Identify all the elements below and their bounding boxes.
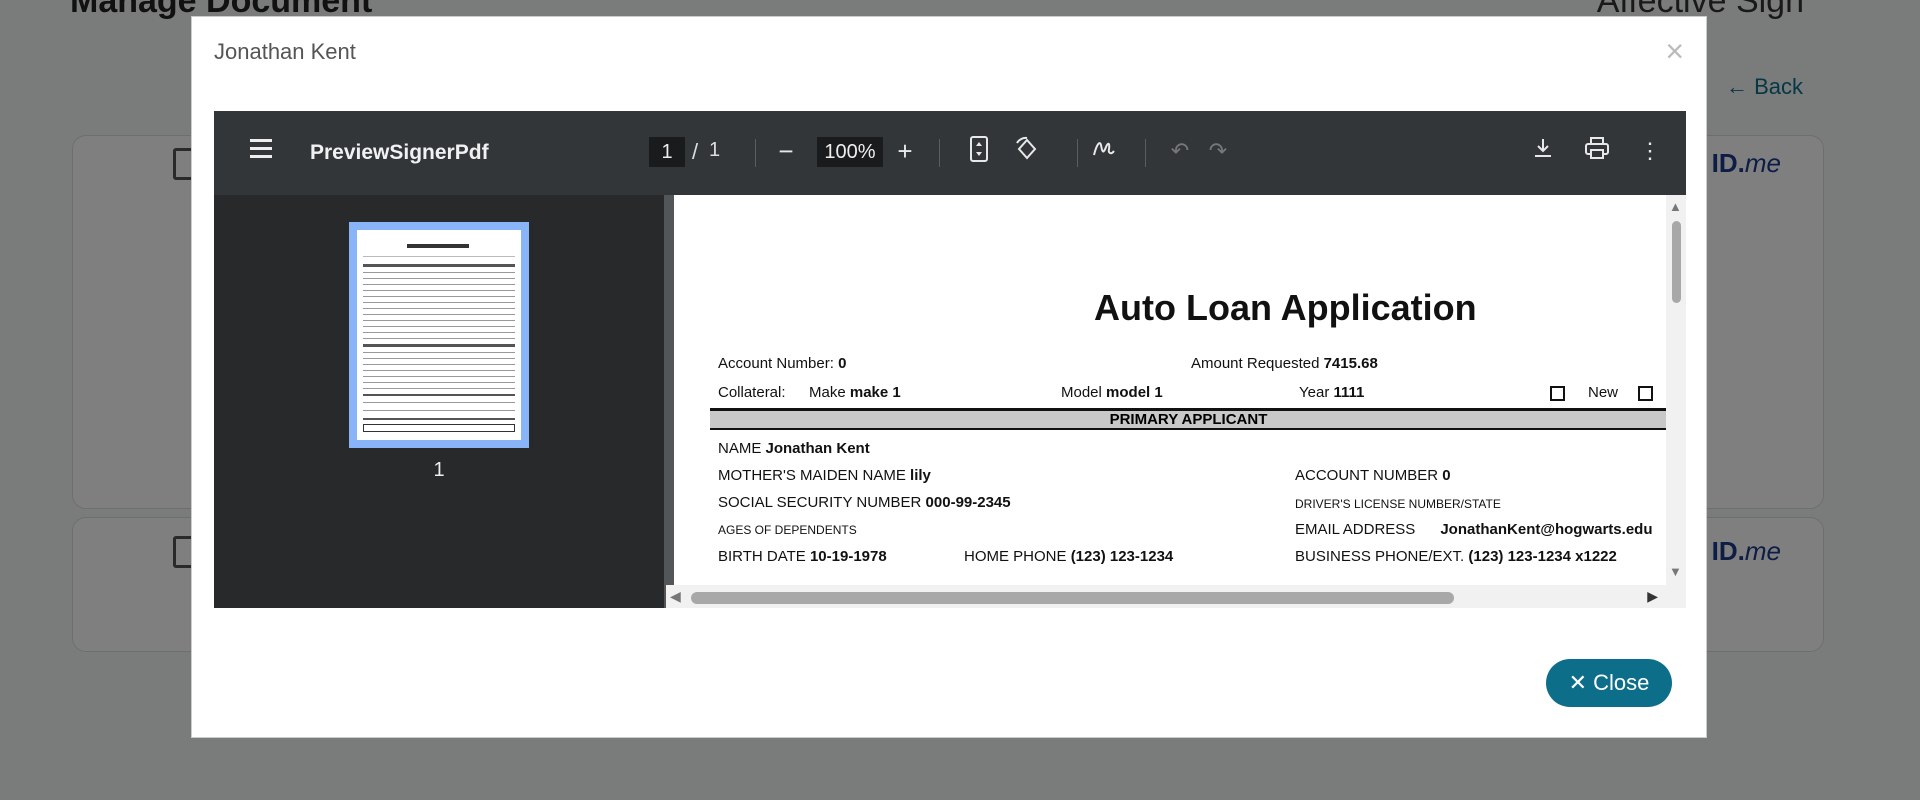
scroll-down-icon[interactable]: ▼: [1669, 564, 1682, 579]
field-label: ACCOUNT NUMBER: [1295, 467, 1439, 484]
scroll-right-icon[interactable]: ▶: [1647, 588, 1658, 605]
field-value: lily: [910, 467, 931, 484]
download-icon[interactable]: [1527, 135, 1559, 167]
field-value: 000-99-2345: [925, 494, 1011, 511]
field-value: (123) 123-1234: [1070, 548, 1174, 565]
toolbar-divider: [1145, 139, 1146, 167]
print-icon[interactable]: [1581, 135, 1613, 167]
close-icon: ✕: [1568, 670, 1588, 695]
field-label: BIRTH DATE: [718, 548, 806, 565]
redo-icon[interactable]: ↷: [1202, 135, 1234, 167]
more-options-icon[interactable]: ⋮: [1634, 135, 1666, 167]
thumbnail-sidebar: 1: [214, 195, 664, 608]
field-label: Make: [809, 384, 846, 401]
field-label: Year: [1299, 384, 1330, 401]
field-value: (123) 123-1234 x1222: [1468, 548, 1617, 565]
toolbar-divider: [1077, 139, 1078, 167]
toolbar-divider: [939, 139, 940, 167]
new-checkbox[interactable]: [1638, 386, 1653, 401]
toolbar-divider: [755, 139, 756, 167]
field-label: New: [1588, 384, 1619, 401]
fit-page-icon[interactable]: [963, 135, 995, 170]
modal-title: Jonathan Kent: [214, 39, 356, 64]
field-value: model 1: [1106, 384, 1163, 401]
field-value: 0: [1442, 467, 1451, 484]
field-label: Collateral:: [718, 384, 786, 401]
preview-modal: Jonathan Kent × PreviewSignerPdf 1 / 1 −…: [191, 16, 1707, 738]
pdf-toolbar: PreviewSignerPdf 1 / 1 − 100% + ↶ ↷ ⋮: [214, 111, 1686, 195]
section-header: PRIMARY APPLICANT: [710, 408, 1667, 430]
field-value: JonathanKent@hogwarts.edu: [1440, 521, 1653, 538]
page-number-input[interactable]: 1: [649, 137, 685, 167]
field-label: AGES OF DEPENDENTS: [718, 523, 857, 537]
field-label: NAME: [718, 440, 762, 457]
horizontal-scrollbar[interactable]: ◀ ▶: [666, 585, 1686, 608]
field-value: 10-19-1978: [809, 548, 887, 565]
field-value: 7415.68: [1323, 355, 1378, 372]
scroll-up-icon[interactable]: ▲: [1669, 199, 1682, 214]
zoom-in-icon[interactable]: +: [889, 135, 921, 167]
pdf-viewer: PreviewSignerPdf 1 / 1 − 100% + ↶ ↷ ⋮ 1 …: [214, 111, 1686, 608]
annotate-icon[interactable]: [1088, 135, 1120, 168]
pdf-page: Auto Loan Application Account Number: 0 …: [674, 195, 1667, 585]
field-label: Model: [1061, 384, 1102, 401]
field-value: Jonathan Kent: [765, 440, 870, 457]
field-value: make 1: [849, 384, 901, 401]
zoom-input[interactable]: 100%: [817, 137, 883, 167]
pdf-page-area: Auto Loan Application Account Number: 0 …: [666, 195, 1686, 608]
field-value: 1111: [1333, 384, 1365, 401]
field-label: Account Number:: [718, 355, 834, 372]
close-button[interactable]: ✕ Close: [1546, 659, 1672, 707]
scrollbar-thumb[interactable]: [691, 592, 1454, 604]
field-label: SOCIAL SECURITY NUMBER: [718, 494, 922, 511]
field-label: HOME PHONE: [964, 548, 1067, 565]
page-thumbnail[interactable]: [349, 222, 529, 448]
page-separator: /: [692, 139, 699, 164]
scrollbar-thumb[interactable]: [1672, 221, 1681, 303]
menu-icon[interactable]: [250, 139, 272, 161]
field-label: MOTHER'S MAIDEN NAME: [718, 467, 906, 484]
close-icon[interactable]: ×: [1665, 35, 1684, 67]
thumbnail-page-number: 1: [433, 459, 445, 481]
scroll-left-icon[interactable]: ◀: [670, 588, 681, 605]
field-value: 0: [838, 355, 847, 372]
field-label: DRIVER'S LICENSE NUMBER/STATE: [1295, 497, 1501, 511]
rotate-icon[interactable]: [1011, 135, 1043, 170]
zoom-out-icon[interactable]: −: [770, 135, 802, 167]
pdf-file-name: PreviewSignerPdf: [310, 141, 489, 164]
undo-icon[interactable]: ↶: [1164, 135, 1196, 167]
total-pages: 1: [709, 139, 721, 161]
vertical-scrollbar[interactable]: ▲ ▼: [1666, 195, 1686, 585]
field-label: EMAIL ADDRESS: [1295, 521, 1416, 538]
field-label: Amount Requested: [1191, 355, 1320, 372]
document-title: Auto Loan Application: [1094, 287, 1477, 328]
field-label: BUSINESS PHONE/EXT.: [1295, 548, 1465, 565]
used-checkbox[interactable]: [1550, 386, 1565, 401]
